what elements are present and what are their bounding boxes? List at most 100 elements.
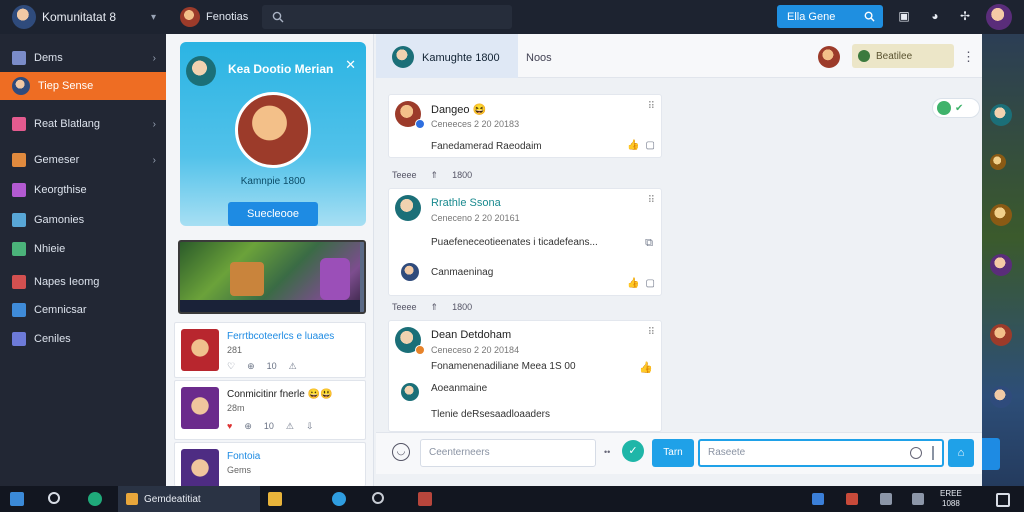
list-item[interactable]: Conmicitinr fnerle 😀😃 28m ♥ ⊕ 10 ⚠ ⇩ (174, 380, 366, 440)
reply-avatar[interactable] (401, 383, 419, 401)
like-icon[interactable]: 👍 (639, 361, 653, 374)
message-author[interactable]: Dean Detdoham (431, 329, 511, 341)
message-author[interactable]: Rrathle Ssona (431, 197, 501, 209)
divider-count: 1800 (452, 302, 473, 312)
network-icon[interactable] (812, 493, 824, 505)
strip-avatar[interactable] (990, 204, 1012, 226)
send-button[interactable]: Tarn (652, 439, 694, 467)
feed-title[interactable]: Fontoia (227, 451, 260, 462)
briefcase-icon[interactable]: ▣ (897, 9, 911, 23)
volume-icon[interactable] (880, 493, 892, 505)
search-input[interactable] (262, 5, 513, 29)
drag-handle-icon[interactable]: ⠿ (648, 195, 655, 206)
profile-avatar[interactable] (986, 4, 1012, 30)
app-brand[interactable]: Komunitatat 8 ▾ (0, 0, 166, 34)
report-icon[interactable]: ⚠ (286, 421, 294, 432)
status-badge[interactable]: Beatilee (852, 44, 954, 68)
chat-title[interactable]: Kamughte 1800 (422, 52, 500, 64)
reply-avatar[interactable] (401, 263, 419, 281)
globe-icon[interactable]: ◕ (928, 9, 942, 23)
close-icon[interactable]: ✕ (345, 57, 356, 73)
emoji-icon[interactable]: ◡ (392, 443, 410, 461)
share-icon[interactable]: ⧉ (645, 237, 653, 250)
sidebar-item-dems[interactable]: Dems › (0, 44, 166, 72)
download-icon[interactable]: ⇩ (306, 421, 314, 432)
nav-icon (12, 332, 26, 346)
like-icon[interactable]: 👍 (627, 278, 639, 289)
like-icon[interactable]: ♡ (227, 361, 235, 372)
message-avatar[interactable] (395, 195, 421, 221)
sidebar-item-gemeser[interactable]: Gemeser › (0, 146, 166, 174)
more-icon[interactable]: •• (604, 447, 610, 457)
profile-action-button[interactable]: Suecleooe (228, 202, 318, 226)
share-icon[interactable]: ⊕ (244, 421, 252, 432)
game-boss (320, 258, 350, 300)
windows-start-icon[interactable] (10, 492, 24, 506)
verified-badge-icon (415, 119, 425, 129)
folder-icon[interactable] (268, 492, 282, 506)
feed-meta: 281 (227, 345, 243, 355)
tray-icon[interactable] (846, 493, 858, 505)
heart-icon[interactable]: ♥ (227, 421, 232, 432)
user-avatar[interactable] (12, 5, 36, 29)
strip-avatar[interactable] (990, 104, 1012, 126)
game-banner-image[interactable] (178, 240, 366, 314)
check-button[interactable]: ✓ (622, 440, 644, 462)
steam-icon[interactable] (372, 492, 384, 504)
sidebar-item-ceniles[interactable]: Ceniles (0, 325, 166, 353)
report-icon[interactable]: ⚠ (289, 361, 297, 372)
record-icon[interactable] (910, 447, 922, 459)
strip-avatar[interactable] (990, 254, 1012, 276)
strip-avatar[interactable] (990, 386, 1012, 408)
divider-label: Teeee (392, 302, 417, 312)
notification-icon[interactable] (996, 493, 1010, 507)
sidebar-item-label: Napes Ieomg (34, 276, 100, 288)
cta-button[interactable]: Ella Gene (777, 5, 883, 28)
tab-noos[interactable]: Noos (526, 52, 552, 64)
nav-icon (12, 51, 26, 65)
like-icon[interactable]: 👍 (627, 140, 639, 151)
sidebar-item-keorgthise[interactable]: Keorgthise (0, 176, 166, 204)
settings-icon[interactable]: ✢ (958, 9, 972, 23)
strip-avatar[interactable] (990, 154, 1006, 170)
store-icon[interactable] (332, 492, 346, 506)
feed-title[interactable]: Conmicitinr fnerle 😀😃 (227, 389, 332, 400)
strip-button[interactable] (982, 438, 1000, 470)
list-item[interactable]: Ferrtbcoteerlcs e luaaes 281 ♡ ⊕ 10 ⚠ (174, 322, 366, 378)
list-item[interactable]: Fontoia Gems (174, 442, 366, 491)
drag-handle-icon[interactable]: ⠿ (648, 101, 655, 112)
chevron-down-icon[interactable]: ▾ (151, 12, 156, 23)
reply-icon[interactable]: ▢ (646, 140, 655, 151)
drag-handle-icon[interactable]: ⠿ (648, 327, 655, 338)
battery-icon[interactable] (912, 493, 924, 505)
scrollbar[interactable] (360, 242, 364, 312)
sidebar-item-tiep-sense[interactable]: Tiep Sense (0, 72, 166, 100)
search-field[interactable]: Raseete (698, 439, 944, 467)
sidebar-item-nhieie[interactable]: Nhieie (0, 235, 166, 263)
sidebar-item-gamonies[interactable]: Gamonies (0, 206, 166, 234)
message-input[interactable]: Ceenterneers (420, 439, 596, 467)
reply-icon[interactable]: ▢ (646, 278, 655, 289)
tab-fenotias[interactable]: Fenotias (180, 7, 248, 27)
strip-avatar[interactable] (990, 324, 1012, 346)
share-icon[interactable]: ⊕ (247, 361, 255, 372)
sidebar-item-cemnicsar[interactable]: Cemnicsar (0, 296, 166, 324)
sidebar-item-napes-ieomg[interactable]: Napes Ieomg (0, 268, 166, 296)
system-clock[interactable]: EREE 1088 (940, 489, 962, 509)
attach-button[interactable]: ⌂ (948, 439, 974, 467)
browser-icon[interactable] (88, 492, 102, 506)
participant-avatar[interactable] (818, 46, 840, 68)
message-author[interactable]: Dangeo 😆 (431, 103, 486, 116)
game-icon[interactable] (418, 492, 432, 506)
profile-name: Kea Dootio Merian (228, 62, 334, 76)
sidebar-item-reat-blatlang[interactable]: Reat Blatlang › (0, 110, 166, 138)
feed-meta: Gems (227, 465, 252, 475)
more-options-icon[interactable]: ⋮ (962, 49, 975, 65)
feed-title[interactable]: Ferrtbcoteerlcs e luaaes (227, 331, 334, 342)
search-icon[interactable] (48, 492, 60, 504)
cta-label: Ella Gene (787, 10, 836, 23)
chat-avatar[interactable] (392, 46, 414, 68)
sidebar-item-label: Tiep Sense (38, 80, 94, 92)
reaction-chip[interactable]: ✔ (932, 98, 980, 118)
taskbar-active-app[interactable]: Gemdeatitiat (118, 486, 260, 512)
